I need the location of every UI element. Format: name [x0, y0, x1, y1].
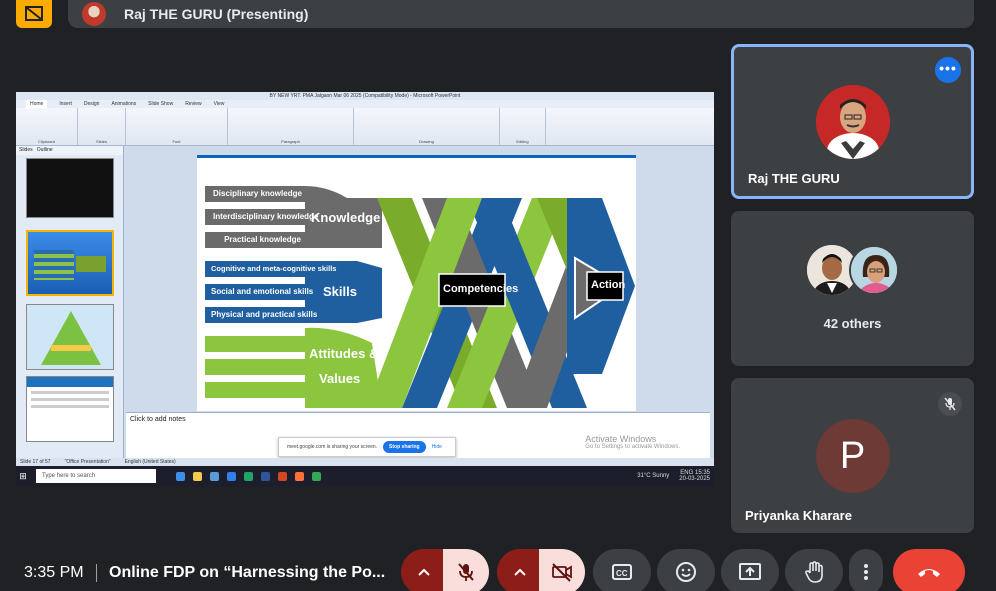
word-icon[interactable]	[261, 471, 270, 481]
slide-thumbnail[interactable]	[26, 158, 114, 218]
ppt-tab: Animations	[111, 101, 137, 107]
hand-icon	[805, 561, 823, 583]
values-label: Values	[319, 371, 361, 386]
ppt-window-title: BY NEW YRT. PMA Jalgaon Mar 06 2025 (Com…	[16, 92, 714, 100]
taskbar-weather[interactable]: 31°C Sunny	[637, 473, 669, 479]
ribbon-group: Clipboard	[16, 108, 78, 145]
taskbar-apps	[176, 471, 321, 481]
knowledge-item: Practical knowledge	[224, 235, 301, 244]
ppt-tab: Slide Show	[148, 101, 174, 107]
captions-icon: CC	[612, 564, 632, 580]
presenter-label: Raj THE GURU (Presenting)	[124, 6, 309, 22]
ribbon-group: Editing	[500, 108, 546, 145]
slide-thumbnail[interactable]	[26, 230, 114, 296]
firefox-icon[interactable]	[295, 471, 304, 481]
competencies-label: Competencies	[443, 283, 519, 295]
ribbon-group: Font	[126, 108, 228, 145]
ppt-ribbon-tabs: Home Insert Design Animations Slide Show…	[16, 100, 714, 108]
chrome-icon[interactable]	[312, 471, 321, 481]
avatar-initial: P	[815, 419, 890, 493]
ppt-tab: Insert	[59, 101, 72, 107]
video-options-button[interactable]	[497, 549, 543, 591]
ppt-statusbar: Slide 17 of 57 "Office Presentation" Eng…	[16, 458, 714, 466]
ppt-tab: Review	[185, 101, 202, 107]
meet-activity-icon[interactable]	[16, 0, 52, 28]
raise-hand-button[interactable]	[785, 549, 843, 591]
edge-icon[interactable]	[176, 471, 185, 481]
more-options-button[interactable]	[849, 549, 883, 591]
mic-off-icon	[458, 563, 474, 581]
slides-pane: Slides Outline	[16, 146, 124, 466]
skills-item: Social and emotional skills	[211, 287, 314, 296]
camera-toggle-button[interactable]	[539, 549, 585, 591]
presenter-avatar	[82, 2, 106, 26]
participant-name: Priyanka Kharare	[745, 508, 852, 523]
reactions-button[interactable]	[657, 549, 715, 591]
mail-icon[interactable]	[227, 471, 236, 481]
participant-tile-others[interactable]: 42 others	[731, 211, 974, 366]
svg-text:CC: CC	[616, 569, 628, 578]
presenter-bar: Raj THE GURU (Presenting)	[68, 0, 974, 28]
sharing-banner: meet.google.com is sharing your screen. …	[278, 437, 456, 457]
knowledge-label: Knowledge	[311, 210, 381, 225]
captions-button[interactable]: CC	[593, 549, 651, 591]
current-slide: Disciplinary knowledge Interdisciplinary…	[197, 155, 636, 411]
avatar	[849, 245, 899, 295]
slides-pane-header: Slides Outline	[16, 146, 123, 155]
shared-screen: BY NEW YRT. PMA Jalgaon Mar 06 2025 (Com…	[16, 92, 714, 486]
skills-item: Physical and practical skills	[211, 310, 318, 319]
store-icon[interactable]	[210, 471, 219, 481]
taskbar-clock[interactable]: ENG 15:35 20-03-2025	[679, 470, 710, 482]
participant-tile-priyanka[interactable]: P Priyanka Kharare	[731, 378, 974, 533]
mic-off-icon	[938, 392, 962, 416]
folder-icon[interactable]	[193, 471, 202, 481]
ppt-workspace: Slides Outline Disciplinary knowledge In…	[16, 146, 714, 466]
taskbar-search[interactable]: Type here to search	[36, 469, 156, 483]
more-options-button[interactable]: •••	[935, 57, 961, 83]
action-label: Action	[591, 279, 626, 291]
divider	[96, 564, 97, 582]
slide-thumbnail[interactable]	[26, 376, 114, 442]
hide-banner-link[interactable]: Hide	[432, 444, 442, 450]
skills-label: Skills	[323, 284, 357, 299]
ribbon-group: Drawing	[354, 108, 500, 145]
ribbon-group: Paragraph	[228, 108, 354, 145]
ribbon-group: Slides	[78, 108, 126, 145]
excel-icon[interactable]	[244, 471, 253, 481]
stop-sharing-button[interactable]: Stop sharing	[383, 441, 426, 453]
ppt-tab: Design	[83, 101, 100, 107]
participant-tile-raj[interactable]: ••• Raj THE GURU	[731, 44, 974, 199]
windows-taskbar: ⊞ Type here to search 31°C Sunny ENG 15:…	[16, 466, 714, 486]
skills-item: Cognitive and meta-cognitive skills	[211, 264, 337, 273]
leave-call-button[interactable]	[893, 549, 965, 591]
present-screen-icon	[739, 563, 761, 580]
present-button[interactable]	[721, 549, 779, 591]
ppt-tab: Home	[26, 100, 48, 108]
activate-windows-watermark: Activate Windows Go to Settings to activ…	[585, 434, 680, 450]
powerpoint-icon[interactable]	[278, 471, 287, 481]
attitudes-label: Attitudes &	[309, 346, 379, 361]
meeting-clock: 3:35 PM	[24, 564, 84, 581]
knowledge-item: Interdisciplinary knowledge	[213, 212, 319, 221]
more-vert-icon	[864, 564, 868, 580]
hang-up-icon	[918, 569, 940, 577]
avatar	[815, 85, 890, 159]
others-count: 42 others	[823, 316, 882, 331]
audio-options-button[interactable]	[401, 549, 447, 591]
windows-start-icon[interactable]: ⊞	[16, 471, 30, 482]
emoji-icon	[676, 562, 696, 582]
camera-off-icon	[552, 563, 572, 582]
knowledge-item: Disciplinary knowledge	[213, 189, 302, 198]
meeting-title[interactable]: Online FDP on “Harnessing the Po...	[109, 564, 385, 582]
ppt-tab: View	[213, 101, 225, 107]
mic-toggle-button[interactable]	[443, 549, 489, 591]
ppt-ribbon: Clipboard Slides Font Paragraph Drawing …	[16, 108, 714, 146]
slide-thumbnail[interactable]	[26, 304, 114, 370]
participant-name: Raj THE GURU	[748, 171, 840, 186]
